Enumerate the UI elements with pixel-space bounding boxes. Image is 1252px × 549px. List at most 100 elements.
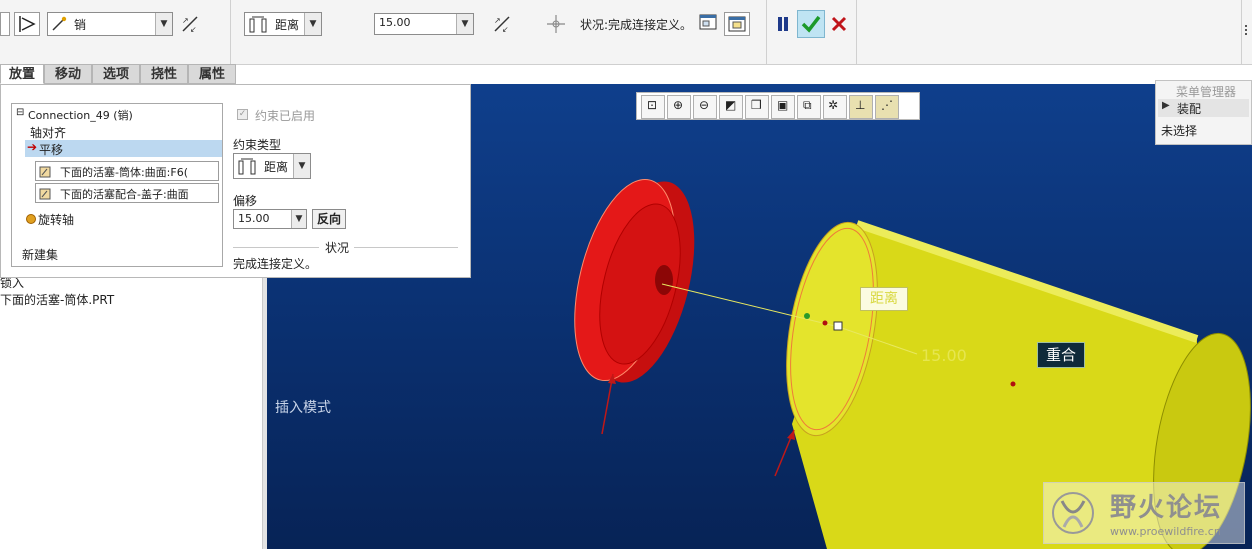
svg-text:↙: ↙: [190, 25, 197, 34]
offset-value: 15.00: [379, 16, 411, 29]
more-icon[interactable]: [1244, 24, 1252, 36]
display-style-button[interactable]: ❒: [745, 95, 769, 119]
tab-move[interactable]: 移动: [44, 64, 92, 84]
zoom-out-icon: ⊖: [699, 98, 710, 112]
surface-icon: [39, 166, 51, 178]
datum-display-button[interactable]: ✲: [823, 95, 847, 119]
divider: [354, 247, 458, 248]
refit-icon: ⊡: [647, 98, 658, 112]
pause-icon[interactable]: [775, 15, 791, 33]
menu-item-assembly[interactable]: ▶ 装配: [1158, 99, 1249, 117]
move-component-icon[interactable]: [545, 13, 567, 35]
status-message: 完成连接定义。: [233, 257, 318, 271]
status-text: 状况:完成连接定义。: [580, 18, 693, 32]
dashboard-tabs: 放置 移动 选项 挠性 属性: [0, 64, 238, 84]
separator: [230, 0, 231, 64]
collapse-icon[interactable]: ⊟: [16, 107, 24, 118]
datum-point-button[interactable]: ⋰: [875, 95, 899, 119]
datum-axis-button[interactable]: ⊥: [849, 95, 873, 119]
dashboard-toolbar: 销 ▼ ↗ ↙ 距离 ▼ 15.00 ▼ ↗ ↙ 状况:完成连接定义。: [0, 0, 1252, 65]
tab-flexibility[interactable]: 挠性: [140, 64, 188, 84]
watermark-url: www.proewildfire.cn: [1110, 525, 1221, 538]
cancel-icon[interactable]: [830, 15, 848, 33]
flip-button[interactable]: 反向: [312, 209, 346, 229]
refit-button[interactable]: ⊡: [641, 95, 665, 119]
zoom-in-icon: ⊕: [673, 98, 684, 112]
divider: [233, 247, 319, 248]
offset-input[interactable]: 15.00 ▼: [233, 209, 307, 229]
datum-display-icon: ✲: [828, 98, 839, 112]
tree-item-connection[interactable]: Connection_49 (销): [28, 107, 133, 123]
tab-properties[interactable]: 属性: [188, 64, 236, 84]
separator: [1241, 0, 1242, 64]
reference-item-1-label: 下面的活塞-筒体:曲面:F6(: [60, 166, 188, 179]
insert-mode-label: 插入模式: [275, 400, 331, 416]
constraint-type-select[interactable]: 距离 ▼: [233, 153, 311, 179]
constraint-set-combo[interactable]: 销 ▼: [47, 12, 173, 36]
saved-views-button[interactable]: ▣: [771, 95, 795, 119]
reference-item-1[interactable]: 下面的活塞-筒体:曲面:F6(: [35, 161, 219, 181]
arrow-right-icon: ➔: [27, 140, 38, 154]
rotation-axis-bullet-icon: [26, 214, 36, 224]
tree-item-rotation-axis[interactable]: 旋转轴: [38, 211, 74, 228]
view-toolbar: ⊡ ⊕ ⊖ ◩ ❒ ▣ ⧉ ✲ ⊥ ⋰: [636, 92, 920, 120]
offset-value-combo[interactable]: 15.00 ▼: [374, 13, 474, 35]
flip-offset-icon[interactable]: ↗ ↙: [492, 14, 512, 34]
distance-label-tag[interactable]: 距离: [860, 287, 908, 311]
distance-icon: [249, 16, 267, 33]
dimension-value[interactable]: 15.00: [921, 346, 967, 365]
tree-item-axis-align[interactable]: 轴对齐: [30, 124, 66, 141]
tab-placement[interactable]: 放置: [0, 64, 44, 84]
watermark-site-name: 野火论坛: [1110, 493, 1223, 523]
chevron-down-icon: ▼: [291, 210, 306, 228]
offset-label: 偏移: [233, 194, 258, 208]
piston-hole: [655, 265, 673, 295]
separator: [856, 0, 857, 64]
chevron-down-icon: ▼: [155, 13, 172, 35]
repaint-button[interactable]: ◩: [719, 95, 743, 119]
flip-constraints-icon[interactable]: ↗ ↙: [180, 14, 200, 34]
model-tree-item[interactable]: 下面的活塞-筒体.PRT: [0, 291, 114, 308]
distance-icon: [238, 158, 256, 175]
view-manager-icon: ⧉: [803, 98, 812, 112]
datum-axis-icon: ⊥: [855, 98, 866, 112]
menu-item-assembly-label: 装配: [1177, 102, 1202, 116]
svg-text:↙: ↙: [502, 25, 509, 34]
constraint-enabled-checkbox[interactable]: ✓: [237, 109, 248, 120]
separate-window-icon: [699, 14, 717, 30]
constraint-type-combo[interactable]: 距离 ▼: [244, 12, 322, 36]
connection-type-button[interactable]: [14, 12, 40, 36]
caret-right-icon: ▶: [1162, 100, 1170, 111]
reference-item-2[interactable]: 下面的活塞配合-盖子:曲面: [35, 183, 219, 203]
repaint-icon: ◩: [725, 98, 737, 112]
svg-text:↗: ↗: [182, 16, 189, 25]
assembly-window-icon: [728, 16, 746, 32]
constraint-enabled-label: 约束已启用: [255, 109, 316, 123]
offset-input-value: 15.00: [238, 212, 270, 225]
view-manager-button[interactable]: ⧉: [797, 95, 821, 119]
svg-text:↗: ↗: [494, 16, 501, 25]
new-set-link[interactable]: 新建集: [22, 246, 58, 263]
surface-icon: [39, 188, 51, 200]
drag-handle[interactable]: [833, 321, 843, 331]
reference-item-2-label: 下面的活塞配合-盖子:曲面: [60, 188, 189, 201]
tree-item-translate-row[interactable]: ➔ 平移: [25, 140, 222, 157]
pin-icon: [52, 16, 67, 31]
constraint-set-tree: ⊟ Connection_49 (销) 轴对齐 ➔ 平移 下面的活塞-筒体:曲面…: [11, 103, 223, 267]
datum-point: [804, 313, 810, 319]
tab-options[interactable]: 选项: [92, 64, 140, 84]
menu-item-unselected[interactable]: 未选择: [1161, 122, 1197, 139]
constraint-type-value: 距离: [275, 18, 300, 32]
coincident-label-tag[interactable]: 重合: [1037, 342, 1085, 368]
separate-window-button[interactable]: [697, 12, 719, 34]
saved-views-icon: ▣: [777, 98, 789, 112]
collapse-button[interactable]: [0, 12, 10, 36]
watermark: 野火论坛 www.proewildfire.cn: [1043, 482, 1245, 544]
chevron-down-icon: ▼: [456, 14, 473, 34]
zoom-in-button[interactable]: ⊕: [667, 95, 691, 119]
connection-type-icon: [19, 16, 36, 32]
zoom-out-button[interactable]: ⊖: [693, 95, 717, 119]
watermark-logo-icon: [1052, 492, 1094, 534]
assembly-window-button[interactable]: [724, 12, 750, 36]
confirm-button[interactable]: [797, 10, 825, 38]
